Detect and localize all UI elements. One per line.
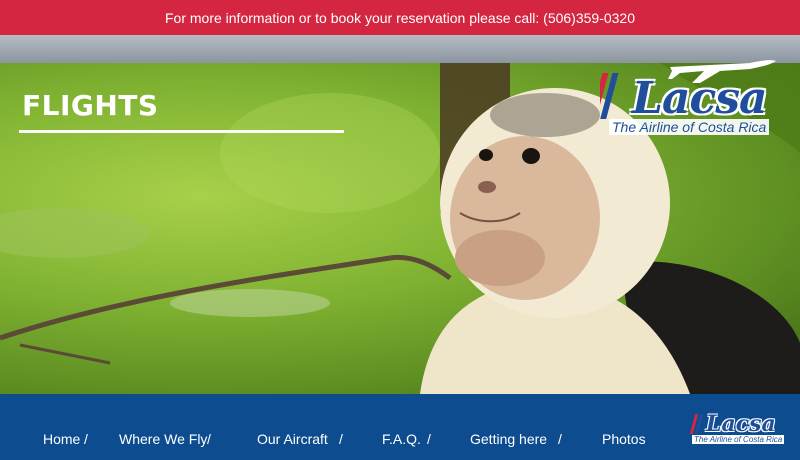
logo-wordmark: Lacsa [632, 73, 768, 124]
title-underline [19, 130, 344, 133]
nav-faq[interactable]: F.A.Q. [382, 431, 421, 447]
page-title: FLIGHTS [22, 89, 159, 122]
nav-separator: / [558, 431, 562, 447]
nav-separator: / [84, 431, 88, 447]
logo-tagline: The Airline of Costa Rica [609, 119, 770, 135]
info-banner-text: For more information or to book your res… [164, 9, 636, 26]
nav-photos[interactable]: Photos [602, 431, 646, 447]
nav-where-we-fly[interactable]: Where We Fly [119, 431, 207, 447]
nav-getting-here[interactable]: Getting here [470, 431, 547, 447]
footer-nav [0, 394, 800, 460]
nav-separator: / [207, 431, 211, 447]
lacsa-logo[interactable]: Lacsa The Airline of Costa Rica [600, 45, 790, 145]
nav-separator: / [427, 431, 431, 447]
nav-separator: / [339, 431, 343, 447]
info-banner: For more information or to book your res… [0, 0, 800, 35]
nav-our-aircraft[interactable]: Our Aircraft [257, 431, 328, 447]
footer-lacsa-logo[interactable]: Lacsa The Airline of Costa Rica [690, 411, 785, 449]
nav-home[interactable]: Home [43, 431, 80, 447]
footer-logo-wordmark: Lacsa [706, 411, 776, 437]
footer-logo-tagline: The Airline of Costa Rica [692, 435, 785, 444]
